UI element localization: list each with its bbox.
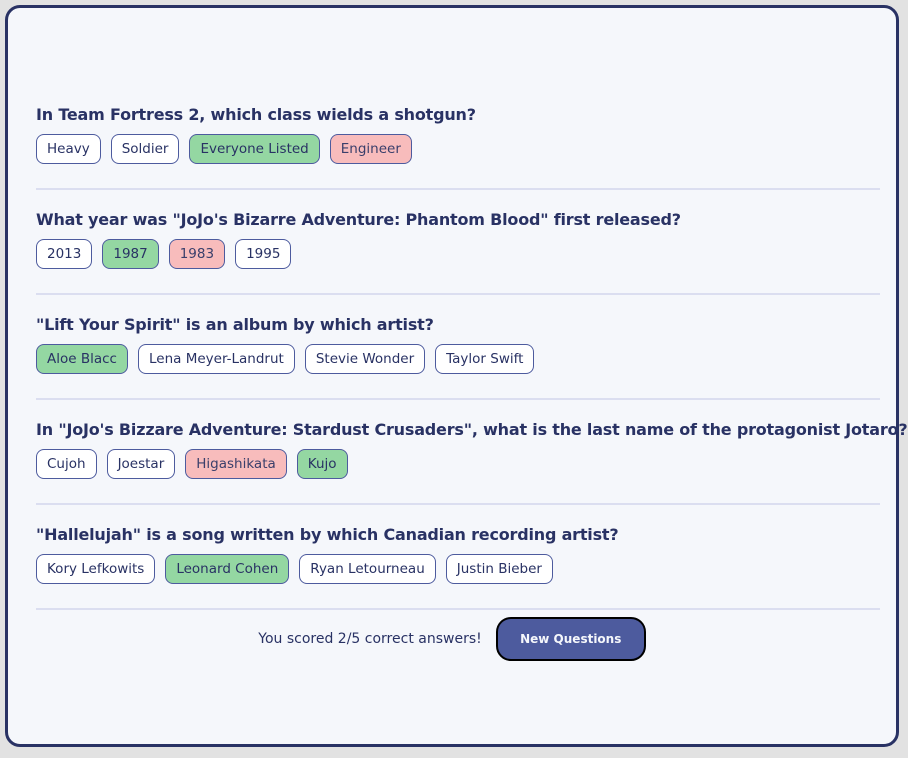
results-footer: You scored 2/5 correct answers! New Ques… (8, 617, 896, 661)
answer-group: Kory Lefkowits Leonard Cohen Ryan Letour… (36, 554, 880, 584)
question-list: In Team Fortress 2, which class wields a… (36, 105, 908, 630)
answer-option[interactable]: Everyone Listed (189, 134, 320, 164)
question-text: "Lift Your Spirit" is an album by which … (36, 315, 434, 334)
answer-option[interactable]: Higashikata (185, 449, 287, 479)
answer-group: Aloe Blacc Lena Meyer-Landrut Stevie Won… (36, 344, 880, 374)
answer-group: 2013 1987 1983 1995 (36, 239, 880, 269)
answer-option[interactable]: Soldier (110, 134, 180, 164)
quiz-card: In Team Fortress 2, which class wields a… (5, 5, 908, 747)
answer-option[interactable]: 1987 (102, 239, 159, 269)
answer-option[interactable]: Engineer (329, 134, 412, 164)
answer-option[interactable]: Stevie Wonder (304, 344, 426, 374)
answer-option[interactable]: Kory Lefkowits (36, 554, 156, 584)
answer-option[interactable]: Joestar (106, 449, 176, 479)
answer-option[interactable]: Heavy (36, 134, 101, 164)
answer-group: Cujoh Joestar Higashikata Kujo (36, 449, 880, 479)
answer-option[interactable]: 1983 (168, 239, 226, 269)
question-block: In Team Fortress 2, which class wields a… (36, 105, 880, 190)
answer-option[interactable]: Cujoh (36, 449, 97, 479)
answer-option[interactable]: Leonard Cohen (165, 554, 290, 584)
new-questions-button[interactable]: New Questions (495, 617, 646, 661)
answer-option[interactable]: Justin Bieber (445, 554, 553, 584)
answer-option[interactable]: 2013 (36, 239, 93, 269)
question-text: In "JoJo's Bizzare Adventure: Stardust C… (36, 420, 908, 439)
answer-group: Heavy Soldier Everyone Listed Engineer (36, 134, 880, 164)
answer-option[interactable]: 1995 (235, 239, 292, 269)
question-block: "Hallelujah" is a song written by which … (36, 525, 880, 610)
question-block: "Lift Your Spirit" is an album by which … (36, 315, 880, 400)
answer-option[interactable]: Lena Meyer-Landrut (137, 344, 295, 374)
question-text: What year was "JoJo's Bizarre Adventure:… (36, 210, 681, 229)
score-text: You scored 2/5 correct answers! (258, 631, 482, 647)
question-text: In Team Fortress 2, which class wields a… (36, 105, 476, 124)
question-text: "Hallelujah" is a song written by which … (36, 525, 619, 544)
answer-option[interactable]: Kujo (296, 449, 348, 479)
answer-option[interactable]: Aloe Blacc (36, 344, 128, 374)
question-block: In "JoJo's Bizzare Adventure: Stardust C… (36, 420, 908, 505)
question-block: What year was "JoJo's Bizarre Adventure:… (36, 210, 880, 295)
answer-option[interactable]: Ryan Letourneau (299, 554, 436, 584)
answer-option[interactable]: Taylor Swift (435, 344, 535, 374)
